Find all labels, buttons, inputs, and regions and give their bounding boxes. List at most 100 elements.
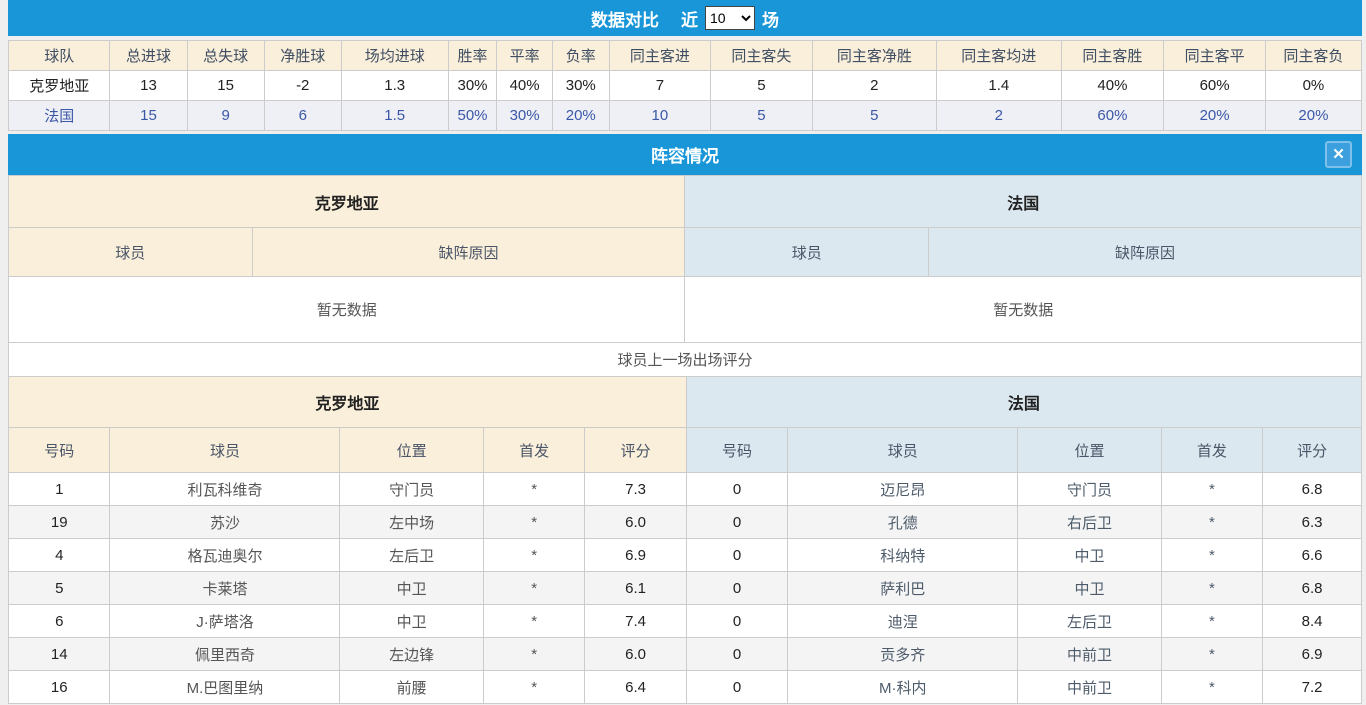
- comparison-title-bar: 数据对比 近 10 场: [8, 0, 1362, 36]
- comparison-column-header: 同主客负: [1265, 41, 1361, 71]
- comparison-column-header: 总失球: [187, 41, 264, 71]
- player-position: 左边锋: [340, 638, 483, 671]
- ratings-column-header: 位置: [1018, 428, 1161, 473]
- page-content: 数据对比 近 10 场 球队总进球总失球净胜球场均进球胜率平率负率同主客进同主客…: [8, 0, 1362, 704]
- player-row: 4格瓦迪奥尔左后卫*6.90科纳特中卫*6.6: [9, 539, 1362, 572]
- stat-cell: 13: [110, 71, 187, 101]
- player-rating: 6.0: [585, 506, 686, 539]
- player-position: 中卫: [340, 605, 483, 638]
- comparison-title: 数据对比: [591, 6, 659, 31]
- ratings-column-header: 评分: [585, 428, 686, 473]
- player-number: 0: [686, 605, 787, 638]
- player-starter: *: [483, 539, 584, 572]
- stat-cell: 1.5: [341, 101, 448, 131]
- player-position: 中卫: [1018, 539, 1161, 572]
- lineup-team-header-row: 克罗地亚 法国: [9, 176, 1362, 228]
- no-data-right: 暂无数据: [685, 277, 1362, 343]
- player-starter: *: [1161, 539, 1262, 572]
- player-position: 守门员: [1018, 473, 1161, 506]
- player-name: M.巴图里纳: [110, 671, 340, 704]
- player-name: 卡莱塔: [110, 572, 340, 605]
- player-position: 中卫: [340, 572, 483, 605]
- player-number: 5: [9, 572, 110, 605]
- ratings-team-france: 法国: [686, 377, 1361, 428]
- lineup-table: 克罗地亚 法国 球员 缺阵原因 球员 缺阵原因 暂无数据 暂无数据: [8, 175, 1362, 343]
- stat-cell: 9: [187, 101, 264, 131]
- lineup-team-france: 法国: [685, 176, 1362, 228]
- stat-cell: 5: [711, 101, 812, 131]
- player-rating: 6.1: [585, 572, 686, 605]
- player-number: 0: [686, 473, 787, 506]
- player-number: 4: [9, 539, 110, 572]
- player-rating: 6.8: [1263, 572, 1362, 605]
- player-name: 利瓦科维奇: [110, 473, 340, 506]
- player-position: 中前卫: [1018, 638, 1161, 671]
- player-rating: 6.9: [585, 539, 686, 572]
- player-rating: 7.2: [1263, 671, 1362, 704]
- stat-cell: 20%: [552, 101, 609, 131]
- close-button[interactable]: ✕: [1325, 141, 1352, 168]
- player-starter: *: [1161, 671, 1262, 704]
- stat-cell: 15: [110, 101, 187, 131]
- stat-cell: 1.3: [341, 71, 448, 101]
- player-position: 前腰: [340, 671, 483, 704]
- ratings-column-header-row: 号码球员位置首发评分号码球员位置首发评分: [9, 428, 1362, 473]
- player-number: 0: [686, 671, 787, 704]
- stat-cell: 30%: [448, 71, 497, 101]
- lineup-title-bar: 阵容情况 ✕: [8, 134, 1362, 175]
- stat-cell: 2: [937, 101, 1061, 131]
- comparison-column-header: 胜率: [448, 41, 497, 71]
- ratings-column-header: 首发: [1161, 428, 1262, 473]
- ratings-column-header: 位置: [340, 428, 483, 473]
- player-starter: *: [483, 473, 584, 506]
- player-rating: 6.9: [1263, 638, 1362, 671]
- player-number: 0: [686, 638, 787, 671]
- comparison-table: 球队总进球总失球净胜球场均进球胜率平率负率同主客进同主客失同主客净胜同主客均进同…: [8, 40, 1362, 131]
- player-rating: 7.4: [585, 605, 686, 638]
- comparison-column-header: 场均进球: [341, 41, 448, 71]
- lineup-col-player-right: 球员: [685, 228, 929, 277]
- stat-cell: 40%: [1061, 71, 1164, 101]
- player-position: 左后卫: [1018, 605, 1161, 638]
- player-name: J·萨塔洛: [110, 605, 340, 638]
- stat-cell: 60%: [1061, 101, 1164, 131]
- ratings-table: 克罗地亚 法国 号码球员位置首发评分号码球员位置首发评分 1利瓦科维奇守门员*7…: [8, 376, 1362, 704]
- comparison-row: 克罗地亚1315-21.330%40%30%7521.440%60%0%: [9, 71, 1362, 101]
- comparison-column-header: 同主客失: [711, 41, 812, 71]
- player-name: M·科内: [788, 671, 1018, 704]
- player-name: 苏沙: [110, 506, 340, 539]
- stat-cell: 40%: [497, 71, 552, 101]
- player-name: 迪涅: [788, 605, 1018, 638]
- player-rating: 7.3: [585, 473, 686, 506]
- stat-cell: 5: [711, 71, 812, 101]
- player-name: 佩里西奇: [110, 638, 340, 671]
- recent-label: 近: [681, 6, 698, 31]
- comparison-column-header: 球队: [9, 41, 110, 71]
- player-row: 1利瓦科维奇守门员*7.30迈尼昂守门员*6.8: [9, 473, 1362, 506]
- recent-matches-select[interactable]: 10: [705, 6, 755, 30]
- stat-cell: 50%: [448, 101, 497, 131]
- player-name: 萨利巴: [788, 572, 1018, 605]
- ratings-column-header: 号码: [9, 428, 110, 473]
- lineup-team-croatia: 克罗地亚: [9, 176, 685, 228]
- stat-cell: 30%: [497, 101, 552, 131]
- lineup-empty-row: 暂无数据 暂无数据: [9, 277, 1362, 343]
- recent-suffix: 场: [762, 6, 779, 31]
- player-starter: *: [483, 638, 584, 671]
- player-starter: *: [483, 671, 584, 704]
- player-position: 右后卫: [1018, 506, 1161, 539]
- player-position: 左中场: [340, 506, 483, 539]
- player-name: 格瓦迪奥尔: [110, 539, 340, 572]
- player-rating: 6.8: [1263, 473, 1362, 506]
- comparison-column-header: 同主客均进: [937, 41, 1061, 71]
- comparison-column-header: 同主客进: [609, 41, 710, 71]
- stat-cell: -2: [264, 71, 341, 101]
- lineup-column-header-row: 球员 缺阵原因 球员 缺阵原因: [9, 228, 1362, 277]
- player-starter: *: [483, 506, 584, 539]
- comparison-column-header: 负率: [552, 41, 609, 71]
- player-row: 19苏沙左中场*6.00孔德右后卫*6.3: [9, 506, 1362, 539]
- player-position: 中前卫: [1018, 671, 1161, 704]
- player-number: 19: [9, 506, 110, 539]
- player-starter: *: [1161, 572, 1262, 605]
- player-number: 14: [9, 638, 110, 671]
